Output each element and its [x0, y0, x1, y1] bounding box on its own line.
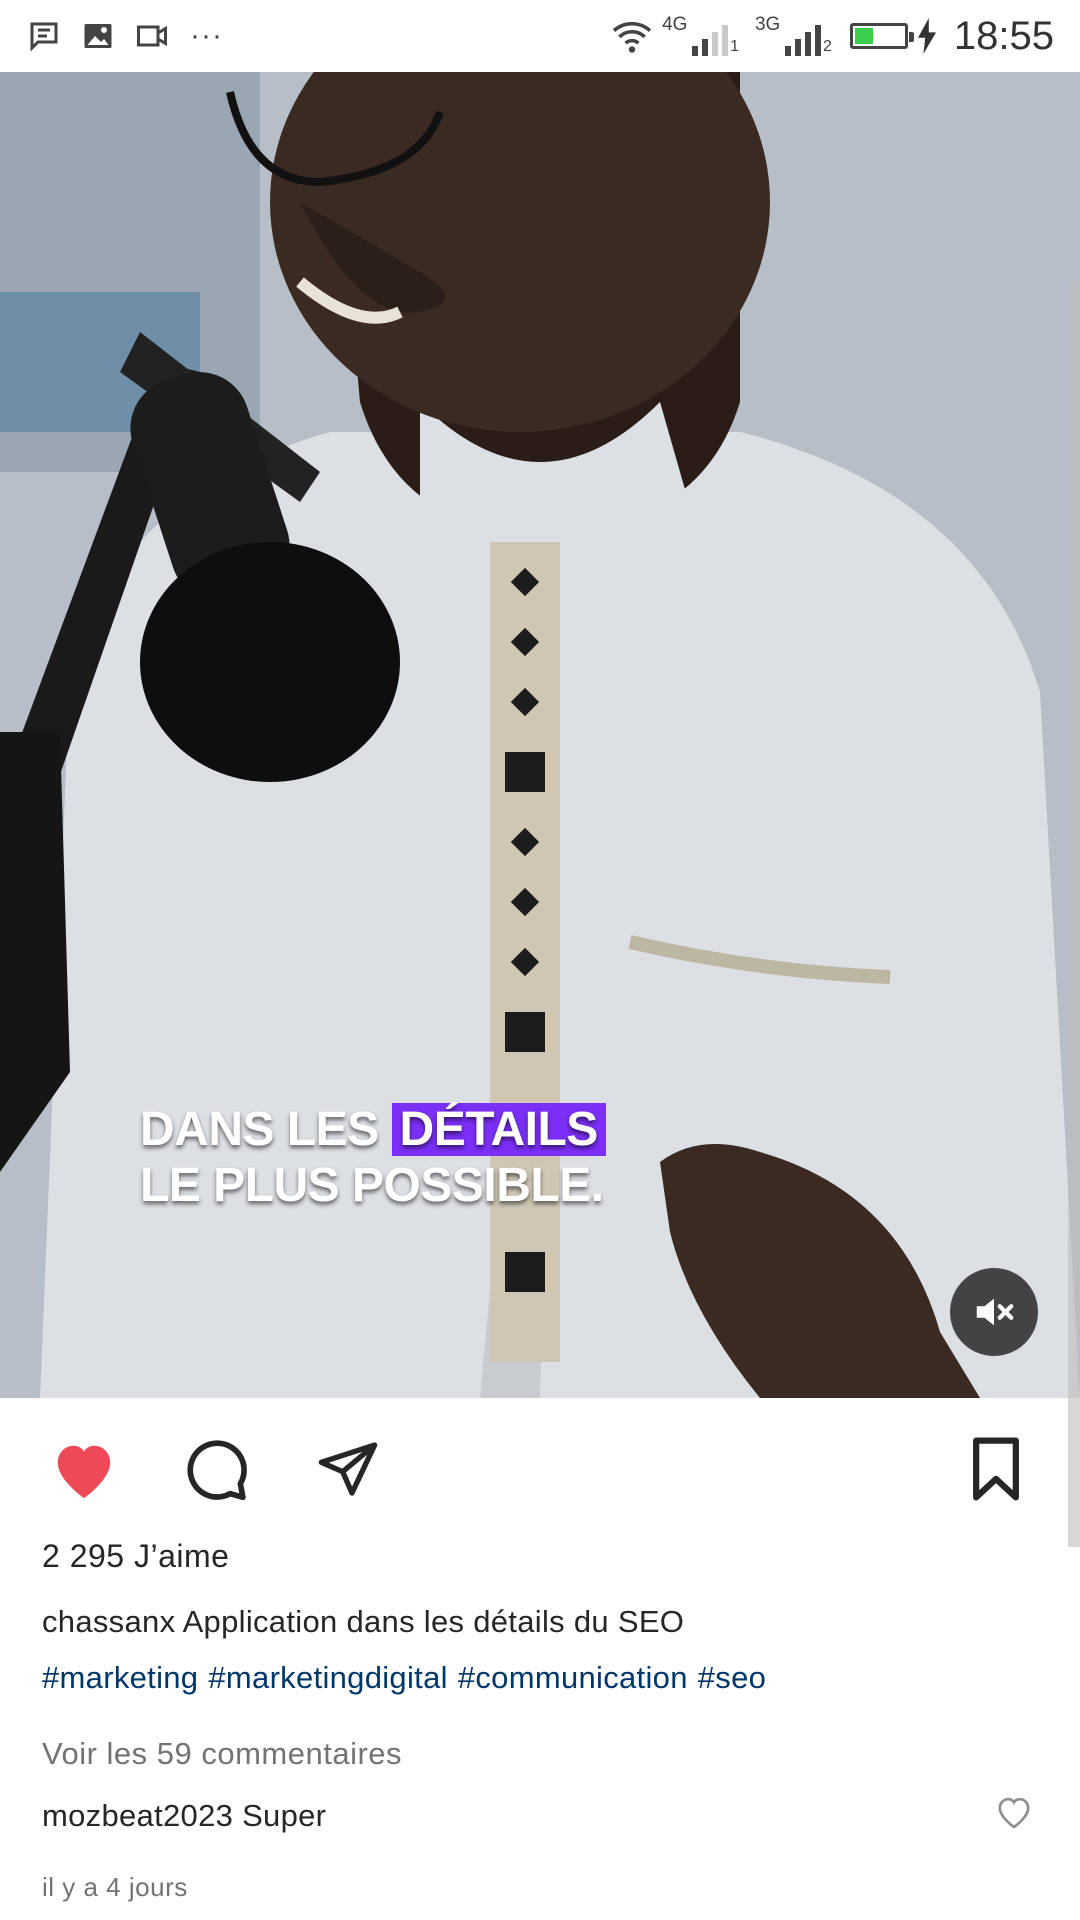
likes-count[interactable]: 2 295 J’aime	[42, 1538, 229, 1575]
video-notification-icon	[137, 25, 167, 47]
post-timestamp: il y a 4 jours	[42, 1872, 188, 1902]
like-button[interactable]	[46, 1434, 122, 1504]
hashtags: #marketing #marketingdigital #communicatio…	[42, 1660, 776, 1696]
signal-sim2: 3G 2	[754, 14, 832, 56]
caption-text: DANS LES	[140, 1103, 392, 1156]
post-username[interactable]: chassanx	[42, 1604, 175, 1639]
share-button[interactable]	[310, 1434, 386, 1504]
share-icon	[318, 1442, 378, 1496]
wifi-icon	[612, 21, 652, 53]
video-caption: DANS LES DÉTAILS LE PLUS POSSIBLE.	[140, 1102, 606, 1214]
caption-line-1: DANS LES DÉTAILS	[140, 1102, 606, 1158]
post-caption-text: Application dans les détails du SEO	[175, 1604, 685, 1639]
muted-speaker-icon	[976, 1298, 1014, 1326]
charging-icon	[917, 18, 936, 54]
hashtag-link[interactable]: #communication	[458, 1660, 688, 1695]
message-notification-icon	[30, 22, 58, 52]
network-type-1: 4G	[662, 14, 688, 35]
signal-sim1: 4G 1	[662, 14, 739, 56]
status-bar: ··· 4G 1 3G 2 18:55	[0, 0, 1080, 72]
post-caption: chassanx Application dans les détails du…	[42, 1604, 684, 1640]
comment-username[interactable]: mozbeat2023	[42, 1798, 233, 1833]
heart-icon	[57, 1445, 111, 1499]
sim-number-2: 2	[822, 38, 832, 55]
caption-line-2: LE PLUS POSSIBLE.	[140, 1159, 604, 1212]
hashtag-link[interactable]: #marketing	[42, 1660, 198, 1695]
hashtag-link[interactable]: #marketingdigital	[208, 1660, 447, 1695]
image-notification-icon	[84, 24, 112, 48]
bookmark-icon	[973, 1437, 1019, 1501]
battery-icon	[849, 23, 914, 49]
network-type-2: 3G	[754, 14, 781, 35]
more-notifications-icon: ···	[190, 19, 223, 52]
caption-highlight: DÉTAILS	[391, 1103, 606, 1156]
hashtag-link[interactable]: #seo	[698, 1660, 766, 1695]
signal-bars-icon	[692, 25, 729, 56]
comment-like-heart-icon[interactable]	[994, 1792, 1034, 1832]
signal-bars-icon	[784, 25, 821, 56]
comment: mozbeat2023 Super	[42, 1798, 326, 1834]
sim-number-1: 1	[730, 38, 739, 55]
save-button[interactable]	[958, 1434, 1034, 1504]
clock: 18:55	[953, 13, 1054, 58]
comment-icon	[187, 1440, 247, 1501]
view-comments-link[interactable]: Voir les 59 commentaires	[42, 1736, 402, 1772]
comment-text: Super	[233, 1798, 327, 1833]
post-actions	[0, 1398, 1080, 1530]
mute-button[interactable]	[950, 1268, 1038, 1356]
comment-button[interactable]	[178, 1434, 254, 1504]
post-video[interactable]: DANS LES DÉTAILS LE PLUS POSSIBLE.	[0, 72, 1080, 1398]
page-scrollbar[interactable]	[1068, 282, 1080, 1547]
